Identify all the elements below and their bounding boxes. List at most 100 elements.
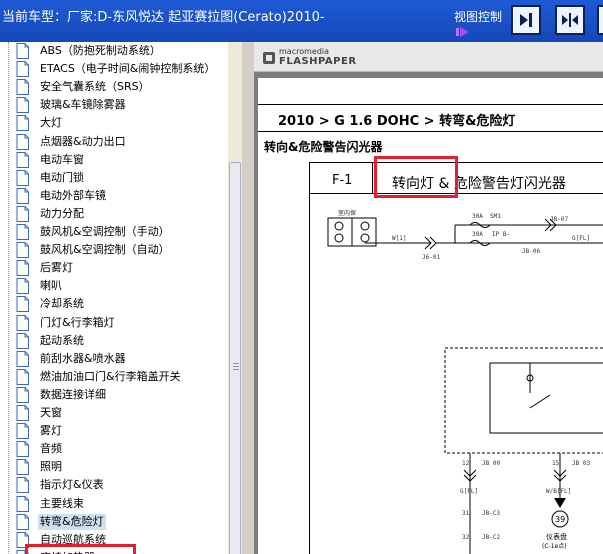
tree-item[interactable]: 天窗 (16, 404, 64, 422)
tree-item[interactable]: 电动车窗 (16, 151, 86, 169)
fuse-box-label: 室内保 (338, 209, 356, 217)
section-title: 转向&危险警告闪光器 (264, 140, 383, 154)
tree-item[interactable]: 电动外部车镜 (16, 187, 108, 205)
tree-item-label: 安全气囊系统（SRS） (40, 80, 150, 94)
document-icon (16, 133, 29, 150)
fuse-label-1: 30A (472, 213, 483, 220)
breadcrumb: 2010 > G 1.6 DOHC > 转弯&危险灯 (278, 114, 516, 129)
selection-highlight-box (25, 544, 136, 554)
tree-item[interactable]: 燃油加油口门&行李箱盖开关 (16, 368, 183, 386)
tree-item-label: 雾灯 (40, 424, 62, 438)
tree-item[interactable]: 雾灯 (16, 422, 64, 440)
tree-item[interactable]: 冷却系统 (16, 295, 86, 313)
tree-item-label: 电动车窗 (40, 152, 84, 166)
tree-item[interactable]: 转弯&危险灯 (16, 513, 106, 531)
view-button-third[interactable] (597, 5, 603, 35)
ground-label: 仪表盘 (546, 532, 567, 541)
tree-item[interactable]: 门灯&行李箱灯 (16, 314, 117, 332)
tree-guide-line (8, 42, 9, 554)
tree-item-label: 鼓风机&空调控制（自动） (40, 243, 170, 257)
ground-number: 39 (555, 515, 565, 524)
tree-item[interactable]: 动力分配 (16, 205, 86, 223)
tree-item[interactable]: 玻璃&车镜除雾器 (16, 96, 128, 114)
tree-item[interactable]: 音频 (16, 440, 64, 458)
tree-item[interactable]: ABS（防抱死制动系统） (16, 42, 163, 60)
split-arrows-icon (562, 13, 578, 27)
document-icon (16, 97, 29, 114)
document-icon (16, 278, 29, 295)
tree-item-label: 门灯&行李箱灯 (40, 315, 115, 329)
tree-item[interactable]: 起动系统 (16, 332, 86, 350)
tree-item[interactable]: 主要线束 (16, 495, 86, 513)
tree-item[interactable]: 点烟器&动力出口 (16, 133, 128, 151)
play-icon[interactable] (456, 26, 470, 38)
tree-item-label: 主要线束 (40, 496, 84, 510)
tree-item-label: 喇叭 (40, 279, 62, 293)
tree-item[interactable]: 照明 (16, 458, 64, 476)
tree-item-label: 玻璃&车镜除雾器 (40, 98, 126, 112)
wire-label-2: J6-01 (422, 254, 440, 261)
wiring-schematic: 室内保 W[1] J6-01 30A SM1 30A IP B- JB-07 J… (327, 209, 603, 554)
tree-item[interactable]: 大灯 (16, 114, 64, 132)
tree-item[interactable]: 鼓风机&空调控制（手动） (16, 223, 172, 241)
wire-label-3: G[FL] (572, 235, 590, 242)
document-icon (16, 43, 29, 59)
document-icon (16, 242, 29, 259)
tree-item-label: 鼓风机&空调控制（手动） (40, 225, 170, 238)
connector-label-4: JB-C2 (482, 534, 500, 541)
tree-item[interactable]: 电动门锁 (16, 169, 86, 187)
tree-item[interactable]: 安全气囊系统（SRS） (16, 78, 152, 96)
pin-label-3: 31 (462, 510, 470, 517)
pin-label-4: 32 (462, 534, 470, 541)
breadcrumb-row: 2010 > G 1.6 DOHC > 转弯&危险灯 (258, 104, 603, 132)
split-view-button[interactable] (555, 5, 585, 35)
document-viewer: macromedia FLASHPAPER 2010 > G 1.6 DOHC … (254, 42, 603, 554)
tree-item-label: 前刮水器&喷水器 (40, 351, 126, 365)
wire-label-4: G[FL] (460, 488, 478, 495)
tree-item-label: 点烟器&动力出口 (40, 134, 126, 148)
tree-item-label: 转弯&危险灯 (38, 513, 106, 530)
vehicle-title: 当前车型：厂家:D-东风悦达 起亚赛拉图(Cerato)2010- (2, 10, 325, 25)
pin-label-2: 15 (552, 460, 560, 467)
tree-item[interactable]: 鼓风机&空调控制（自动） (16, 241, 172, 259)
document-icon (16, 169, 29, 186)
document-icon (16, 513, 29, 530)
document-icon (16, 296, 29, 313)
document-page: 2010 > G 1.6 DOHC > 转弯&危险灯 转向&危险警告闪光器 F-… (258, 78, 603, 554)
tree-item-label: 数据连接详细 (40, 387, 106, 401)
document-icon (16, 405, 29, 421)
pane-splitter[interactable] (242, 42, 254, 554)
tree-item-label: 照明 (40, 460, 62, 474)
ground-sublabel: (C-1e点) (542, 542, 567, 550)
tree-item[interactable]: 数据连接详细 (16, 386, 108, 404)
tree-item[interactable]: 前刮水器&喷水器 (16, 350, 128, 368)
tree-item-label: 后雾灯 (40, 261, 73, 275)
pin-label-2b: JB 03 (572, 460, 590, 467)
tree-item-label: 指示灯&仪表 (40, 478, 104, 492)
tree-scrollbar[interactable] (228, 42, 242, 554)
tree-item[interactable]: ETACS（电子时间&闹钟控制系统） (16, 60, 217, 78)
document-icon (16, 187, 29, 204)
wiring-diagram: F-1 转向灯 & 危险警告灯闪光器 室内保 W[1] J6-01 30A SM… (309, 162, 603, 554)
arrow-right-bar-icon (520, 13, 532, 27)
tree-scrollbar-thumb[interactable] (229, 162, 241, 554)
tree-item[interactable]: 指示灯&仪表 (16, 476, 106, 494)
wire-label-1: W[1] (392, 235, 406, 242)
tree-item-label: 大灯 (40, 116, 62, 130)
tree-item[interactable]: 后雾灯 (16, 259, 75, 277)
document-icon (16, 205, 29, 222)
tree-item-label: 冷却系统 (40, 297, 84, 311)
tree-item-label: 动力分配 (40, 206, 84, 220)
connector-label-2: JB-06 (522, 248, 540, 255)
tree-item-label: 起动系统 (40, 333, 84, 347)
pin-label-1: 12 (462, 460, 470, 467)
next-page-button[interactable] (511, 5, 541, 35)
document-icon (16, 386, 29, 403)
document-icon (16, 441, 29, 458)
tree-item-label: 电动门锁 (40, 170, 84, 184)
tree-item[interactable]: 喇叭 (16, 277, 64, 295)
fuse-label-2: 30A (472, 231, 483, 238)
fuse-label-1b: SM1 (490, 213, 501, 220)
document-icon (16, 115, 29, 132)
document-icon (16, 423, 29, 440)
